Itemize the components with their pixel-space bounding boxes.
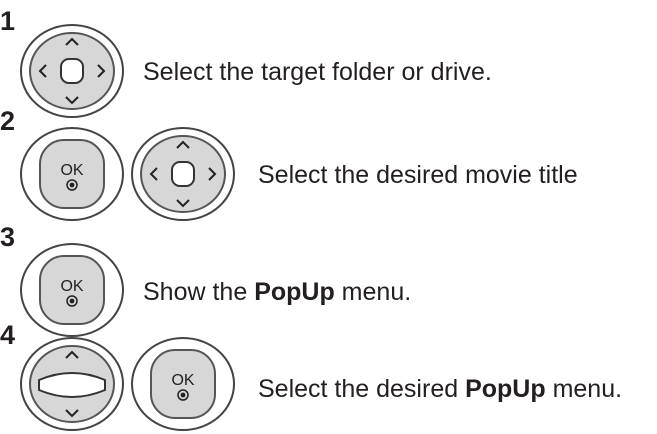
step-1-number: 1: [0, 6, 16, 36]
ok-label: OK: [60, 278, 83, 295]
up-down-pad-icon: [19, 336, 125, 432]
step-3-text: Show the PopUp menu.: [143, 280, 411, 305]
step-3-text-after: menu.: [334, 278, 412, 306]
popup-keyword: PopUp: [465, 375, 546, 403]
nav-pad-icon: [19, 23, 125, 119]
step-3-text-before: Show the: [143, 278, 255, 306]
ok-button-icon: OK: [19, 126, 125, 222]
step-1-text: Select the target folder or drive.: [143, 58, 492, 86]
step-4-text-after: menu.: [545, 375, 623, 403]
step-4-text: Select the desired PopUp menu.: [258, 377, 622, 402]
ok-label: OK: [60, 162, 83, 179]
ok-button-icon: OK: [130, 336, 236, 432]
popup-keyword: PopUp: [254, 278, 335, 306]
ok-button-icon: OK: [19, 242, 125, 338]
step-4-number: 4: [0, 320, 16, 350]
step-4-text-before: Select the desired: [258, 375, 466, 403]
step-2-text: Select the desired movie title: [258, 161, 578, 189]
step-3-number: 3: [0, 222, 16, 252]
nav-pad-icon: [130, 126, 236, 222]
step-2-number: 2: [0, 106, 16, 136]
ok-label: OK: [171, 372, 194, 389]
